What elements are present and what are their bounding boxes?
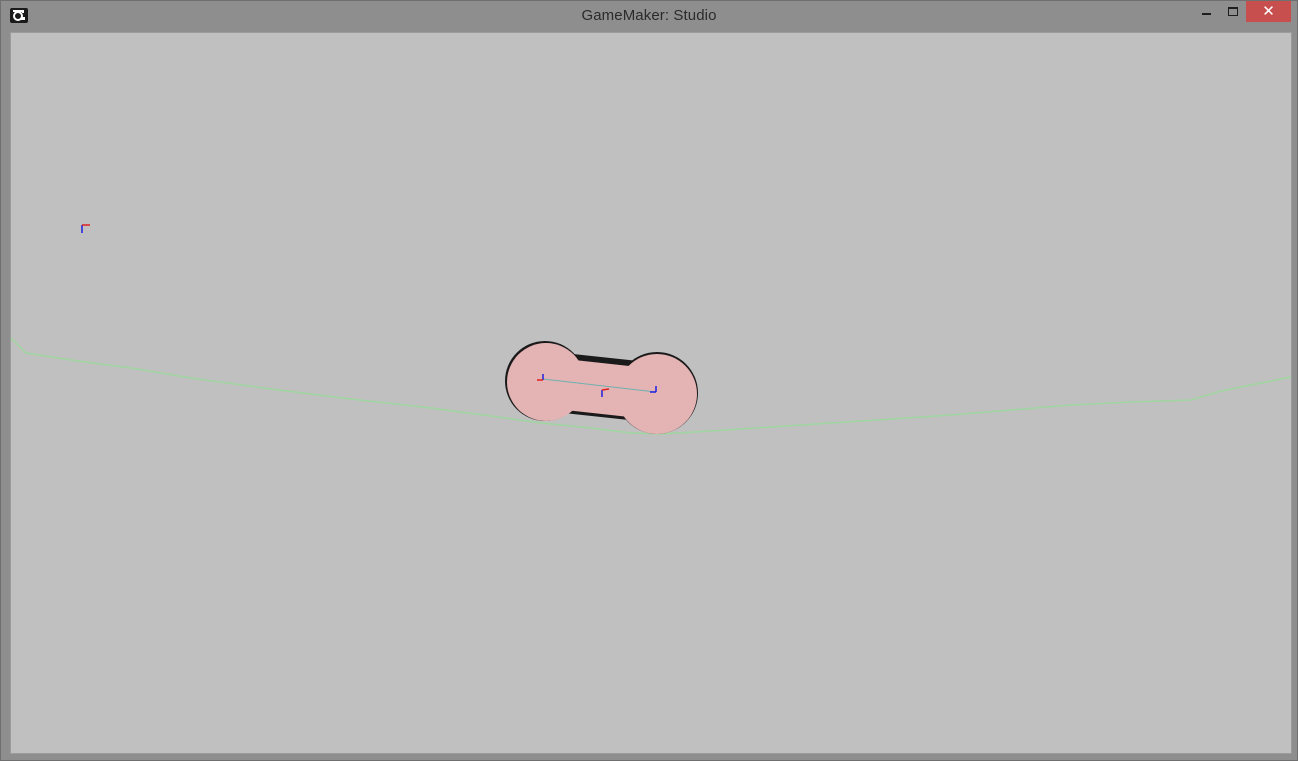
origin-marker: [81, 224, 90, 233]
close-button[interactable]: ✕: [1246, 1, 1291, 22]
minimize-icon: [1202, 13, 1211, 15]
title-bar[interactable]: GameMaker: Studio ✕: [1, 1, 1297, 31]
window-title: GameMaker: Studio: [581, 7, 717, 24]
game-scene: [11, 224, 1291, 435]
game-window: GameMaker: Studio ✕: [0, 0, 1298, 761]
game-canvas[interactable]: [10, 32, 1292, 754]
maximize-button[interactable]: [1222, 1, 1244, 22]
minimize-button[interactable]: [1195, 1, 1217, 22]
maximize-icon: [1228, 7, 1238, 16]
close-icon: ✕: [1262, 2, 1275, 20]
dumbbell-body: [505, 341, 698, 434]
